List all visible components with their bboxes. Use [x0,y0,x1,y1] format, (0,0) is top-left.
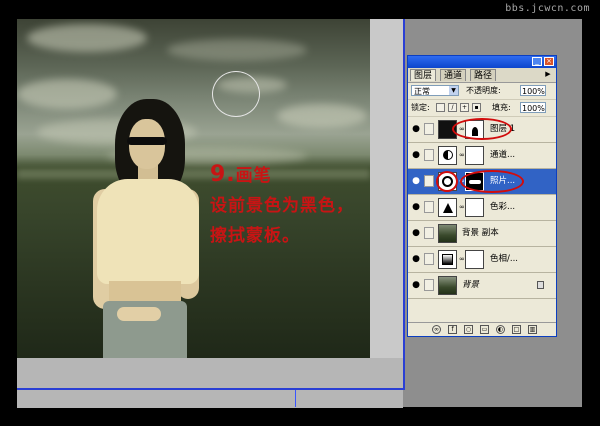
layer-name: 色相/... [490,254,518,264]
highlight-ring [436,171,458,192]
photoshop-window: bbs.jcwcn.com 9.画笔 设前景色为黑色， 擦拭蒙板。 _ × 图层… [0,0,600,426]
blend-mode-value: 正常 [414,87,430,96]
mask-thumbnail[interactable] [465,146,484,165]
adjustment-glyph [443,203,453,213]
lock-pixels-icon[interactable]: / [448,103,457,112]
eye-icon[interactable]: ● [411,176,421,186]
layer-name: 通道... [490,150,516,160]
document-margin [370,19,403,358]
canvas-pasteboard [17,358,403,408]
layer-thumbnail [438,224,457,243]
layer-row[interactable]: ● ∞ 图层 1 [408,117,556,143]
eye-icon[interactable]: ● [411,254,421,264]
panel-titlebar[interactable]: _ × [408,56,556,68]
annotation-step-line: 9.画笔 [210,160,354,191]
link-box[interactable] [424,227,434,239]
panel-footer: ∞ f ○ ▭ ◐ □ ▥ [408,322,556,336]
brush-icon[interactable] [424,175,434,187]
adjustment-icon [438,146,457,165]
chain-icon[interactable]: ∞ [459,255,465,264]
brush-cursor-icon [212,71,260,117]
lock-position-icon[interactable]: + [460,103,469,112]
cloud [277,104,367,128]
highlight-ring [452,118,512,140]
mask-thumbnail[interactable] [465,250,484,269]
tab-paths[interactable]: 路径 [470,69,497,81]
fill-label: 填充: [492,103,511,112]
eye-icon[interactable]: ● [411,124,421,134]
layer-name: 背景 [462,280,480,290]
chain-icon[interactable]: ∞ [459,151,465,160]
layer-style-icon[interactable]: f [448,325,457,334]
layer-row-selected[interactable]: ● ∞ 照片... [408,169,556,195]
tab-layers[interactable]: 图层 [410,69,437,81]
eye-icon[interactable]: ● [411,228,421,238]
fill-input[interactable]: 100% [520,102,546,113]
opacity-label: 不透明度: [466,86,501,95]
eye-icon[interactable]: ● [411,202,421,212]
highlight-ring [460,170,524,193]
document-border [17,388,405,390]
lock-transparency-icon[interactable] [436,103,445,112]
new-group-icon[interactable]: ▭ [480,325,489,334]
document-border [403,19,405,390]
figure-top [97,179,199,284]
tutorial-annotation: 9.画笔 设前景色为黑色， 擦拭蒙板。 [210,160,354,251]
lock-icon [537,281,544,289]
tab-channels[interactable]: 通道 [440,69,467,81]
cloud [27,24,147,52]
adjustment-icon [438,198,457,217]
layer-thumbnail [438,276,457,295]
lock-row: 锁定: / + ▪ 填充: 100% [408,100,556,117]
chain-icon[interactable]: ∞ [459,203,465,212]
lock-all-icon[interactable]: ▪ [472,103,481,112]
blend-row: 正常 ▼ 不透明度: 100% [408,83,556,100]
eye-icon[interactable]: ● [411,280,421,290]
layer-name: 色彩... [490,202,516,212]
link-box[interactable] [424,279,434,291]
layer-row[interactable]: ● ∞ 色相/... [408,247,556,273]
link-box[interactable] [424,123,434,135]
new-layer-icon[interactable]: □ [512,325,521,334]
adjustment-icon [438,250,457,269]
guide-line [295,390,296,407]
adjustment-layer-icon[interactable]: ◐ [496,325,505,334]
minimize-icon[interactable]: _ [532,57,542,66]
add-mask-icon[interactable]: ○ [464,325,473,334]
watermark: bbs.jcwcn.com [505,3,590,14]
layer-name: 背景 副本 [462,228,499,238]
layer-row[interactable]: ● 背景 [408,273,556,299]
chevron-down-icon: ▼ [449,86,458,95]
mask-thumbnail[interactable] [465,198,484,217]
annotation-step-title: 画笔 [235,166,272,186]
layer-row[interactable]: ● 背景 副本 [408,221,556,247]
link-box[interactable] [424,149,434,161]
close-icon[interactable]: × [544,57,554,66]
eye-icon[interactable]: ● [411,150,421,160]
layer-row[interactable]: ● ∞ 通道... [408,143,556,169]
opacity-input[interactable]: 100% [520,85,546,96]
panel-tabs: 图层 通道 路径 ▶ [408,68,556,83]
annotation-line: 擦拭蒙板。 [210,226,300,246]
layers-panel: _ × 图层 通道 路径 ▶ 正常 ▼ 不透明度: 100% 锁定: / + ▪… [407,55,557,337]
annotation-step-number: 9. [210,162,236,187]
figure-hand [117,307,161,321]
link-box[interactable] [424,253,434,265]
layer-row[interactable]: ● ∞ 色彩... [408,195,556,221]
adjustment-glyph [443,150,453,160]
adjustment-glyph [442,254,453,265]
blend-mode-select[interactable]: 正常 ▼ [411,85,459,96]
trash-icon[interactable]: ▥ [528,325,537,334]
cloud [167,39,307,61]
figure-sunglasses [127,137,167,145]
cloud [17,79,117,109]
lock-label: 锁定: [411,103,430,112]
triangle-right-icon[interactable]: ▶ [543,69,553,80]
figure-midriff [109,281,181,303]
link-layers-icon[interactable]: ∞ [432,325,441,334]
link-box[interactable] [424,201,434,213]
annotation-line: 设前景色为黑色， [210,196,354,216]
